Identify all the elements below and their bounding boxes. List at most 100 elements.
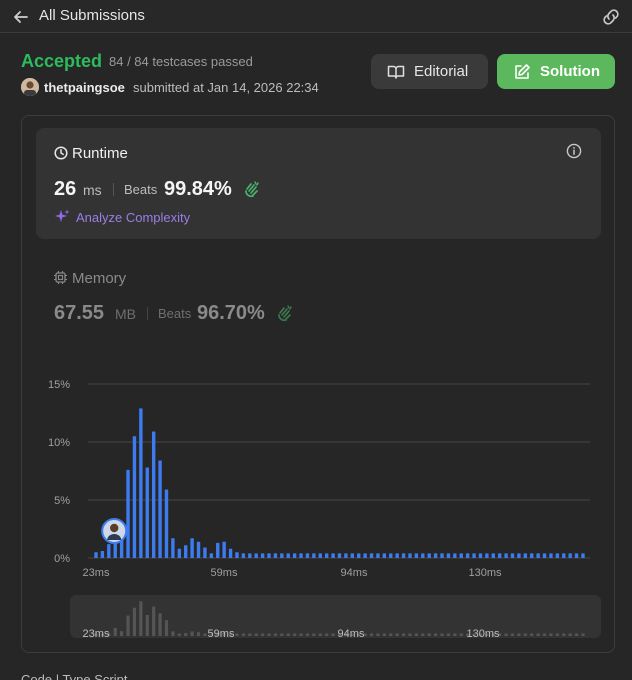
y-tick-label: 5% bbox=[54, 495, 70, 507]
chart-bar bbox=[107, 544, 111, 558]
chart-bar bbox=[190, 538, 194, 558]
chart-bar bbox=[139, 408, 143, 558]
mini-bar bbox=[427, 633, 431, 636]
chart-bar bbox=[254, 553, 258, 558]
chart-bar bbox=[574, 553, 579, 558]
mini-bar bbox=[459, 633, 463, 636]
mini-bar bbox=[177, 633, 181, 636]
chart-bar bbox=[363, 553, 367, 558]
chart-bar bbox=[280, 553, 284, 558]
chart-bar bbox=[292, 553, 297, 558]
chart-bar bbox=[581, 553, 585, 558]
chart-bar bbox=[158, 460, 162, 558]
memory-unit: MB bbox=[115, 306, 136, 322]
chart-bar bbox=[421, 553, 425, 558]
mini-bar bbox=[331, 633, 335, 636]
mini-bar bbox=[152, 606, 156, 636]
chart-bar bbox=[100, 551, 105, 558]
page-title[interactable]: All Submissions bbox=[39, 7, 145, 24]
book-icon bbox=[387, 65, 405, 79]
link-icon[interactable] bbox=[600, 7, 622, 27]
testcases-passed: 84 / 84 testcases passed bbox=[109, 54, 253, 69]
edit-icon bbox=[515, 63, 530, 79]
mini-bar bbox=[126, 615, 130, 636]
mini-bar bbox=[132, 607, 137, 636]
mini-bar bbox=[510, 633, 515, 636]
clap-icon bbox=[245, 181, 259, 198]
mini-bar bbox=[158, 613, 162, 636]
range-selector[interactable] bbox=[70, 595, 601, 638]
solution-button[interactable]: Solution bbox=[497, 54, 615, 89]
mini-bar bbox=[171, 631, 175, 636]
analyze-complexity-link[interactable]: Analyze Complexity bbox=[76, 210, 190, 225]
mini-bar bbox=[139, 601, 143, 636]
mini-bar bbox=[542, 633, 547, 636]
mini-bar bbox=[113, 627, 117, 636]
runtime-unit: ms bbox=[83, 182, 102, 198]
mini-bar bbox=[574, 633, 579, 636]
sparkle-icon bbox=[55, 209, 70, 222]
chart-bar bbox=[344, 553, 348, 558]
chart-bar bbox=[517, 553, 521, 558]
chart-bar bbox=[491, 553, 495, 558]
chart-bar bbox=[401, 553, 406, 558]
mini-bar bbox=[312, 633, 316, 636]
x-tick-label: 130ms bbox=[468, 567, 502, 579]
clock-icon bbox=[54, 146, 68, 160]
chart-bar bbox=[324, 553, 329, 558]
mini-bar bbox=[504, 633, 508, 636]
mini-bar bbox=[145, 615, 149, 636]
mini-bar bbox=[235, 633, 239, 636]
y-tick-label: 0% bbox=[54, 553, 70, 565]
memory-title[interactable]: Memory bbox=[72, 270, 126, 287]
mini-bar bbox=[318, 633, 322, 636]
x-tick-label: 23ms bbox=[83, 567, 110, 579]
editorial-button[interactable]: Editorial bbox=[371, 54, 488, 89]
memory-beats-value: 96.70% bbox=[197, 302, 265, 324]
chart-bar bbox=[331, 553, 335, 558]
mini-bar bbox=[286, 633, 290, 636]
username[interactable]: thetpaingsoe bbox=[44, 80, 125, 95]
chart-bar bbox=[395, 553, 399, 558]
memory-separator bbox=[147, 307, 148, 320]
chart-bar bbox=[562, 553, 566, 558]
chart-bar bbox=[318, 553, 322, 558]
chart-bar bbox=[357, 553, 361, 558]
chart-bar bbox=[151, 431, 156, 558]
x-tick-label: 59ms bbox=[211, 567, 238, 579]
chart-bar bbox=[126, 469, 130, 558]
chart-bar bbox=[414, 553, 419, 558]
avatar[interactable] bbox=[21, 78, 39, 96]
top-bar: All Submissions bbox=[0, 0, 632, 33]
mini-bar bbox=[453, 633, 457, 636]
chart-bar bbox=[350, 553, 355, 558]
runtime-beats-value: 99.84% bbox=[164, 178, 232, 200]
chart-bar bbox=[510, 553, 515, 558]
chart-bar bbox=[408, 553, 412, 558]
chart-bar bbox=[209, 553, 214, 558]
chart-bar bbox=[478, 553, 483, 558]
mini-bar bbox=[120, 631, 124, 636]
chart-bar bbox=[555, 553, 560, 558]
chart-bar bbox=[216, 542, 220, 558]
editorial-label: Editorial bbox=[414, 63, 469, 80]
chart-bar bbox=[376, 553, 380, 558]
mini-bar bbox=[261, 633, 265, 636]
arrow-left-icon[interactable] bbox=[11, 7, 31, 27]
mini-bar bbox=[382, 633, 386, 636]
info-icon[interactable] bbox=[566, 143, 582, 159]
chart-bar bbox=[273, 553, 278, 558]
mini-bar bbox=[446, 633, 451, 636]
clap-icon bbox=[278, 305, 292, 322]
mini-bar bbox=[190, 631, 194, 636]
mini-bar bbox=[376, 633, 380, 636]
mini-bar bbox=[401, 633, 406, 636]
mini-x-tick-label: 23ms bbox=[83, 628, 110, 640]
y-tick-label: 10% bbox=[48, 437, 70, 449]
runtime-beats-label: Beats bbox=[124, 182, 158, 197]
mini-bar bbox=[299, 633, 303, 636]
mini-bar bbox=[196, 632, 201, 636]
chart-bar bbox=[472, 553, 476, 558]
y-tick-label: 15% bbox=[48, 379, 70, 391]
mini-bar bbox=[581, 633, 585, 636]
